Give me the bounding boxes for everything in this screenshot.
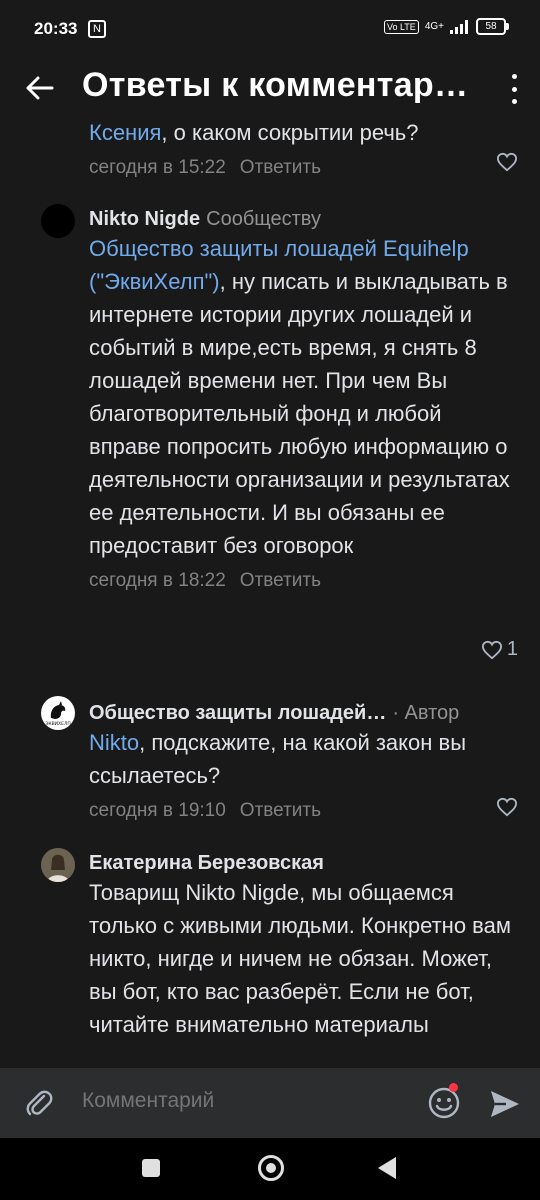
app-header: Ответы к комментарию <box>0 60 540 116</box>
comment-input[interactable] <box>80 1088 355 1114</box>
comment-text: Ксения, о каком сокрытии речь? <box>89 120 419 145</box>
notification-dot <box>449 1083 458 1092</box>
status-bar: 20:33 N Vo LTE 4G+ 58 <box>0 0 540 60</box>
user-photo-icon <box>41 848 75 882</box>
like-count: 1 <box>506 638 518 660</box>
volte-icon: Vo LTE <box>383 19 419 34</box>
send-icon[interactable] <box>488 1088 522 1120</box>
battery-icon: 58 <box>476 18 509 35</box>
nfc-icon: N <box>88 20 106 38</box>
comment-meta: сегодня в 15:22 Ответить <box>89 153 519 183</box>
like-button[interactable] <box>496 152 518 172</box>
avatar[interactable] <box>41 848 75 882</box>
system-nav-bar <box>0 1138 540 1200</box>
comment-meta: сегодня в 18:22 Ответить <box>89 566 519 596</box>
back-button[interactable] <box>378 1157 396 1179</box>
home-button[interactable] <box>258 1155 284 1181</box>
page-title: Ответы к комментарию <box>82 66 472 104</box>
comment-meta: сегодня в 19:10 Ответить <box>89 796 519 826</box>
avatar[interactable]: ЭКВИХЕЛП <box>41 696 75 730</box>
comment-text: Товарищ Nikto Nigde, мы общаемся только … <box>89 880 511 1037</box>
comment-text: Nikto, подскажите, на какой закон вы ссы… <box>89 730 467 788</box>
signal-icon <box>450 19 468 34</box>
comment-time: сегодня в 19:10 <box>89 800 226 821</box>
back-arrow-icon[interactable] <box>22 70 58 106</box>
status-time: 20:33 <box>34 19 78 38</box>
heart-icon <box>496 797 518 817</box>
status-indicators: Vo LTE 4G+ 58 <box>383 18 509 35</box>
reply-button[interactable]: Ответить <box>240 800 321 821</box>
network-type: 4G+ <box>424 21 444 32</box>
comment-text: Общество защиты лошадей Equihelp ("ЭквиХ… <box>89 236 510 558</box>
reply-button[interactable]: Ответить <box>240 157 321 178</box>
mention-link[interactable]: Nikto <box>89 730 139 755</box>
recent-apps-button[interactable] <box>142 1159 160 1177</box>
comment-author[interactable]: Екатерина Березовская <box>89 852 324 874</box>
heart-icon <box>481 640 502 659</box>
comment-input-bar <box>0 1068 540 1138</box>
author-role: Сообществу <box>206 208 321 230</box>
author-role: · Автор <box>392 702 460 724</box>
attach-icon[interactable] <box>22 1086 56 1120</box>
comment-author[interactable]: Общество защиты лошадей… <box>89 702 386 724</box>
mention-link[interactable]: Ксения <box>89 120 161 145</box>
like-button[interactable]: 1 <box>481 638 518 661</box>
logo-icon: ЭКВИХЕЛП <box>45 701 71 727</box>
more-options-icon[interactable] <box>508 74 520 104</box>
comment-time: сегодня в 18:22 <box>89 570 226 591</box>
like-button[interactable] <box>496 797 518 817</box>
reply-button[interactable]: Ответить <box>240 570 321 591</box>
heart-icon <box>496 152 518 172</box>
comment-time: сегодня в 15:22 <box>89 157 226 178</box>
comments-list: Ксения, о каком сокрытии речь? сегодня в… <box>0 116 540 1068</box>
svg-text:ЭКВИХЕЛП: ЭКВИХЕЛП <box>45 721 70 727</box>
avatar[interactable] <box>41 204 75 238</box>
comment-author[interactable]: Nikto Nigde <box>89 208 200 230</box>
